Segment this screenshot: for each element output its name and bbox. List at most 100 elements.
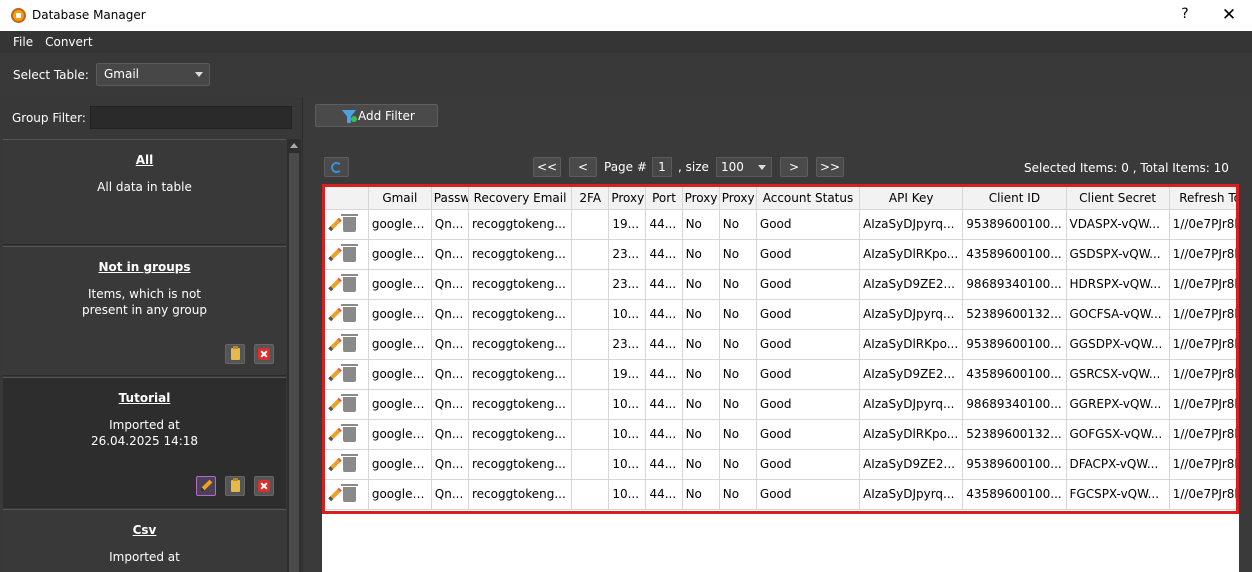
table-cell[interactable]: 44... <box>645 389 683 420</box>
table-cell[interactable]: 1//0e7PJr8bE... <box>1169 359 1236 390</box>
delete-row-trash-icon[interactable] <box>341 393 358 412</box>
prev-page-button[interactable]: < <box>569 157 597 177</box>
table-cell[interactable]: No <box>682 269 720 300</box>
table-cell[interactable]: No <box>719 449 757 480</box>
table-cell[interactable]: Qn... <box>431 209 469 240</box>
table-cell[interactable]: 1//0e7PJr8bE... <box>1169 329 1236 360</box>
table-cell[interactable]: recoggtokeng... <box>468 479 573 510</box>
table-cell[interactable]: AIzaSyD9ZE2... <box>859 359 964 390</box>
table-cell[interactable]: 19... <box>608 209 647 240</box>
page-size-dropdown[interactable]: 100 <box>716 157 772 177</box>
table-cell[interactable]: Good <box>756 449 861 480</box>
table-row[interactable]: googlet... Qn... recoggtokeng... 23... 44...… <box>325 269 1236 300</box>
table-cell[interactable]: 95389600100... <box>962 209 1067 240</box>
page-number-input[interactable]: 1 <box>652 157 672 177</box>
table-cell[interactable]: 43589600100... <box>962 479 1067 510</box>
table-cell[interactable]: recoggtokeng... <box>468 359 573 390</box>
column-header[interactable]: Client Secret <box>1066 187 1170 210</box>
table-cell[interactable]: 19... <box>608 359 647 390</box>
column-header[interactable]: Proxy Pa <box>719 187 757 210</box>
table-cell[interactable] <box>571 209 610 240</box>
table-cell[interactable]: Qn... <box>431 389 469 420</box>
table-row[interactable]: googlet... Qn... recoggtokeng... 10... 44...… <box>325 419 1236 450</box>
select-table-dropdown[interactable]: Gmail <box>96 63 210 86</box>
table-cell[interactable]: 1//0e7PJr8bE... <box>1169 479 1236 510</box>
table-cell[interactable]: Qn... <box>431 359 469 390</box>
table-cell[interactable]: googlet... <box>368 239 432 270</box>
table-cell[interactable]: googlet... <box>368 419 432 450</box>
table-cell[interactable]: googlet... <box>368 209 432 240</box>
table-row[interactable]: googlet... Qn... recoggtokeng... 10... 44...… <box>325 449 1236 480</box>
next-page-button[interactable]: > <box>780 157 808 177</box>
table-cell[interactable]: 10... <box>608 299 647 330</box>
table-cell[interactable]: AIzaSyDJpyrq... <box>859 479 964 510</box>
table-cell[interactable]: Good <box>756 329 861 360</box>
help-button[interactable]: ? <box>1176 6 1194 22</box>
scroll-up-icon[interactable] <box>290 143 298 148</box>
table-cell[interactable]: Good <box>756 359 861 390</box>
delete-row-trash-icon[interactable] <box>341 243 358 262</box>
table-row[interactable]: googlet... Qn... recoggtokeng... 23... 44...… <box>325 329 1236 360</box>
table-row[interactable]: googlet... Qn... recoggtokeng... 10... 44...… <box>325 299 1236 330</box>
table-cell[interactable] <box>571 419 610 450</box>
delete-row-trash-icon[interactable] <box>341 453 358 472</box>
table-cell[interactable] <box>571 269 610 300</box>
scroll-thumb[interactable] <box>289 153 299 572</box>
column-header[interactable]: Client ID <box>962 187 1067 210</box>
table-cell[interactable]: 23... <box>608 329 647 360</box>
table-cell[interactable]: Good <box>756 389 861 420</box>
column-header[interactable]: Proxy Us <box>682 187 720 210</box>
table-cell[interactable]: 1//0e7PJr8bE... <box>1169 299 1236 330</box>
column-header[interactable]: Recovery Email <box>468 187 573 210</box>
table-cell[interactable]: No <box>682 209 720 240</box>
table-cell[interactable]: 10... <box>608 389 647 420</box>
table-cell[interactable]: GSRCSX-vQW... <box>1066 359 1170 390</box>
table-cell[interactable] <box>571 359 610 390</box>
table-cell[interactable]: recoggtokeng... <box>468 269 573 300</box>
table-cell[interactable]: 1//0e7PJr8bE... <box>1169 269 1236 300</box>
delete-group-button[interactable] <box>254 344 274 364</box>
table-cell[interactable]: FGCSPX-vQW... <box>1066 479 1170 510</box>
table-cell[interactable] <box>571 299 610 330</box>
table-cell[interactable]: AIzaSyDlRKpo... <box>859 239 964 270</box>
table-cell[interactable] <box>571 479 610 510</box>
table-cell[interactable]: googlet... <box>368 479 432 510</box>
edit-row-pencil-icon[interactable] <box>328 247 342 261</box>
table-cell[interactable]: 44... <box>645 419 683 450</box>
table-cell[interactable]: 98689340100... <box>962 269 1067 300</box>
table-cell[interactable]: No <box>719 209 757 240</box>
edit-row-pencil-icon[interactable] <box>328 217 342 231</box>
column-header[interactable]: Passwo <box>431 187 469 210</box>
table-row[interactable]: googlet... Qn... recoggtokeng... 23... 44...… <box>325 239 1236 270</box>
table-cell[interactable]: 10... <box>608 449 647 480</box>
table-cell[interactable]: 1//0e7PJr8bE... <box>1169 209 1236 240</box>
group-item-csv[interactable]: Csv Imported at <box>3 509 286 572</box>
table-cell[interactable]: 10... <box>608 419 647 450</box>
table-cell[interactable]: 44... <box>645 479 683 510</box>
table-row[interactable]: googlet... Qn... recoggtokeng... 19... 44...… <box>325 209 1236 240</box>
edit-row-pencil-icon[interactable] <box>328 397 342 411</box>
edit-row-pencil-icon[interactable] <box>328 367 342 381</box>
table-cell[interactable]: 1//0e7PJr8bE... <box>1169 239 1236 270</box>
group-item-tutorial[interactable]: Tutorial Imported at 26.04.2025 14:18 <box>3 377 286 508</box>
table-cell[interactable]: 43589600100... <box>962 239 1067 270</box>
table-cell[interactable]: recoggtokeng... <box>468 209 573 240</box>
edit-group-button[interactable] <box>196 476 216 496</box>
table-cell[interactable]: googlet... <box>368 299 432 330</box>
table-cell[interactable]: Good <box>756 269 861 300</box>
table-cell[interactable]: No <box>719 359 757 390</box>
group-list-scrollbar[interactable] <box>287 139 301 572</box>
table-cell[interactable]: googlet... <box>368 359 432 390</box>
table-cell[interactable]: HDRSPX-vQW... <box>1066 269 1170 300</box>
table-cell[interactable]: googlet... <box>368 389 432 420</box>
delete-row-trash-icon[interactable] <box>341 273 358 292</box>
table-cell[interactable]: No <box>719 329 757 360</box>
table-cell[interactable]: 95389600100... <box>962 329 1067 360</box>
table-cell[interactable]: No <box>682 299 720 330</box>
table-cell[interactable]: googlet... <box>368 269 432 300</box>
edit-row-pencil-icon[interactable] <box>328 427 342 441</box>
delete-row-trash-icon[interactable] <box>341 303 358 322</box>
menu-file[interactable]: File <box>7 35 39 49</box>
add-filter-button[interactable]: Add Filter <box>315 104 438 127</box>
table-cell[interactable]: Good <box>756 479 861 510</box>
